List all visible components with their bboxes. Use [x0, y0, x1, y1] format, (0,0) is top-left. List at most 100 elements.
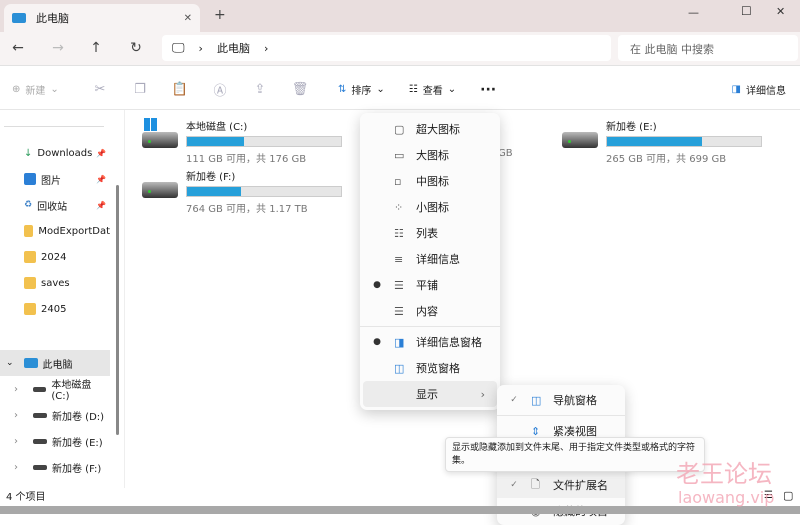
view-label: 查看 [422, 86, 443, 97]
menu-item-tiles[interactable]: ● ☰ 平铺 [360, 272, 500, 298]
sidebar-item-pictures[interactable]: 图片 📌 [0, 166, 110, 192]
rename-icon[interactable]: Ⓐ [200, 80, 240, 99]
drive-name: 新加卷 (F:) [186, 172, 236, 183]
pictures-icon [24, 173, 36, 185]
maximize-button[interactable]: ☐ [741, 4, 752, 18]
sidebar-item-folder[interactable]: ModExportDat [0, 218, 110, 244]
sidebar-item-drive-d[interactable]: › 新加卷 (D:) [0, 402, 110, 428]
refresh-button[interactable]: ↻ [126, 40, 146, 58]
sidebar-item-recycle-bin[interactable]: ♻ 回收站 📌 [0, 192, 110, 218]
pane-divider [124, 110, 125, 488]
sort-icon: ⇅ [338, 84, 347, 95]
new-tab-button[interactable]: + [214, 7, 226, 23]
menu-label: 中图标 [416, 175, 449, 188]
menu-item-medium-icons[interactable]: ▫ 中图标 [360, 168, 500, 194]
copy-icon[interactable]: ❐ [120, 82, 160, 97]
drive-icon [33, 386, 47, 392]
back-button[interactable]: ← [8, 40, 28, 58]
sidebar-item-folder[interactable]: 2024 [0, 244, 110, 270]
forward-button[interactable]: → [48, 40, 68, 58]
monitor-icon [12, 13, 26, 23]
sidebar-item-downloads[interactable]: ↓ Downloads 📌 [0, 140, 110, 166]
drive-icon [33, 412, 47, 418]
menu-label: 平铺 [416, 279, 438, 292]
minimize-button[interactable]: — [688, 6, 699, 19]
folder-icon [24, 225, 34, 237]
preview-pane-icon: ◫ [394, 361, 405, 375]
content-icon: ☰ [394, 304, 404, 318]
tab-close-button[interactable]: ✕ [184, 13, 192, 24]
drive-tile-e[interactable]: 新加卷 (E:) 265 GB 可用，共 699 GB [562, 118, 762, 165]
selected-dot-icon: ● [373, 337, 381, 347]
chevron-right-icon[interactable]: › [264, 42, 268, 55]
usage-fill [607, 137, 703, 146]
sidebar-item-this-pc[interactable]: ⌄ 此电脑 [0, 350, 110, 376]
address-row: ← → ↑ ↻ 🖵 › 此电脑 › 在 此电脑 中搜索 [0, 32, 800, 66]
address-bar[interactable]: 🖵 › 此电脑 › [162, 35, 611, 61]
usage-bar [186, 136, 342, 147]
sidebar-item-label: 图片 [41, 175, 61, 187]
menu-item-details-pane[interactable]: ● ◨ 详细信息窗格 [360, 329, 500, 355]
menu-item-large-icons[interactable]: ▭ 大图标 [360, 142, 500, 168]
menu-item-content[interactable]: ☰ 内容 [360, 298, 500, 324]
drive-tile-c[interactable]: 本地磁盘 (C:) 111 GB 可用，共 176 GB [142, 118, 342, 165]
close-window-button[interactable]: ✕ [776, 5, 785, 18]
sidebar-item-label: Downloads [37, 147, 93, 159]
menu-label: 小图标 [416, 201, 449, 214]
recycle-bin-icon: ♻ [24, 200, 33, 210]
drive-tile-f[interactable]: 新加卷 (F:) 764 GB 可用，共 1.17 TB [142, 168, 342, 215]
sidebar-item-drive-c[interactable]: › 本地磁盘 (C:) [0, 376, 110, 402]
up-button[interactable]: ↑ [86, 40, 106, 58]
monitor-icon: ▫ [394, 174, 402, 188]
menu-divider [360, 326, 500, 327]
sidebar-item-label: 此电脑 [42, 359, 73, 371]
chevron-right-icon: › [14, 409, 18, 421]
details-icon: ≡ [394, 252, 404, 266]
usage-bar [606, 136, 762, 147]
tiles-view-toggle[interactable]: ▢ [783, 489, 793, 502]
share-icon[interactable]: ⇪ [240, 82, 280, 97]
menu-item-list[interactable]: ☷ 列表 [360, 220, 500, 246]
sidebar-item-drive-e[interactable]: › 新加卷 (E:) [0, 428, 110, 454]
sidebar-item-drive-f[interactable]: › 新加卷 (F:) [0, 454, 110, 480]
usage-fill [187, 187, 241, 196]
sidebar-item-label: 本地磁盘 (C:) [51, 380, 92, 402]
navigation-pane: ↓ Downloads 📌 图片 📌 ♻ 回收站 📌 ModExportDat 2024 … [0, 110, 122, 488]
paste-icon[interactable]: 📋 [160, 82, 200, 97]
chevron-right-icon: › [14, 383, 18, 395]
menu-item-navigation-pane[interactable]: ✓ ◫ 导航窗格 [497, 387, 625, 413]
details-pane-button[interactable]: ◨ 详细信息 [724, 82, 800, 97]
menu-label: 内容 [416, 305, 438, 318]
chevron-down-icon: ⌄ [6, 358, 14, 368]
menu-label: 列表 [416, 227, 438, 240]
menu-item-show[interactable]: 显示 › [363, 381, 497, 407]
check-icon: ✓ [510, 395, 518, 405]
pin-icon: 📌 [96, 200, 106, 210]
new-button[interactable]: ⊕ 新建 ⌄ [0, 82, 80, 97]
menu-label: 详细信息 [416, 253, 460, 266]
tab-this-pc[interactable]: 此电脑 ✕ [4, 4, 200, 32]
delete-icon[interactable]: 🗑 [280, 82, 320, 97]
menu-label: 预览窗格 [416, 362, 460, 375]
sidebar-item-folder[interactable]: saves [0, 270, 110, 296]
sort-button[interactable]: ⇅ 排序 ⌄ [330, 82, 393, 97]
divider [4, 126, 104, 127]
breadcrumb-this-pc[interactable]: 此电脑 [217, 40, 250, 56]
view-icon: ☷ [408, 84, 418, 95]
search-input[interactable]: 在 此电脑 中搜索 [618, 35, 798, 61]
sidebar-scrollbar[interactable] [116, 185, 119, 435]
menu-item-preview-pane[interactable]: ◫ 预览窗格 [360, 355, 500, 381]
view-button[interactable]: ☷ 查看 ⌄ [401, 82, 464, 97]
grid-icon: ⁘ [394, 200, 404, 214]
chevron-right-icon: › [14, 461, 18, 473]
more-button[interactable]: ··· [472, 82, 504, 98]
cut-icon[interactable]: ✂ [80, 82, 120, 97]
compact-view-icon: ⇕ [531, 424, 541, 438]
menu-item-small-icons[interactable]: ⁘ 小图标 [360, 194, 500, 220]
details-pane-icon: ◨ [731, 84, 741, 95]
menu-item-details[interactable]: ≡ 详细信息 [360, 246, 500, 272]
menu-item-extra-large-icons[interactable]: ▢ 超大图标 [360, 116, 500, 142]
drive-name: 本地磁盘 (C:) [186, 122, 248, 133]
folder-icon [24, 277, 36, 289]
sidebar-item-folder[interactable]: 2405 [0, 296, 110, 322]
